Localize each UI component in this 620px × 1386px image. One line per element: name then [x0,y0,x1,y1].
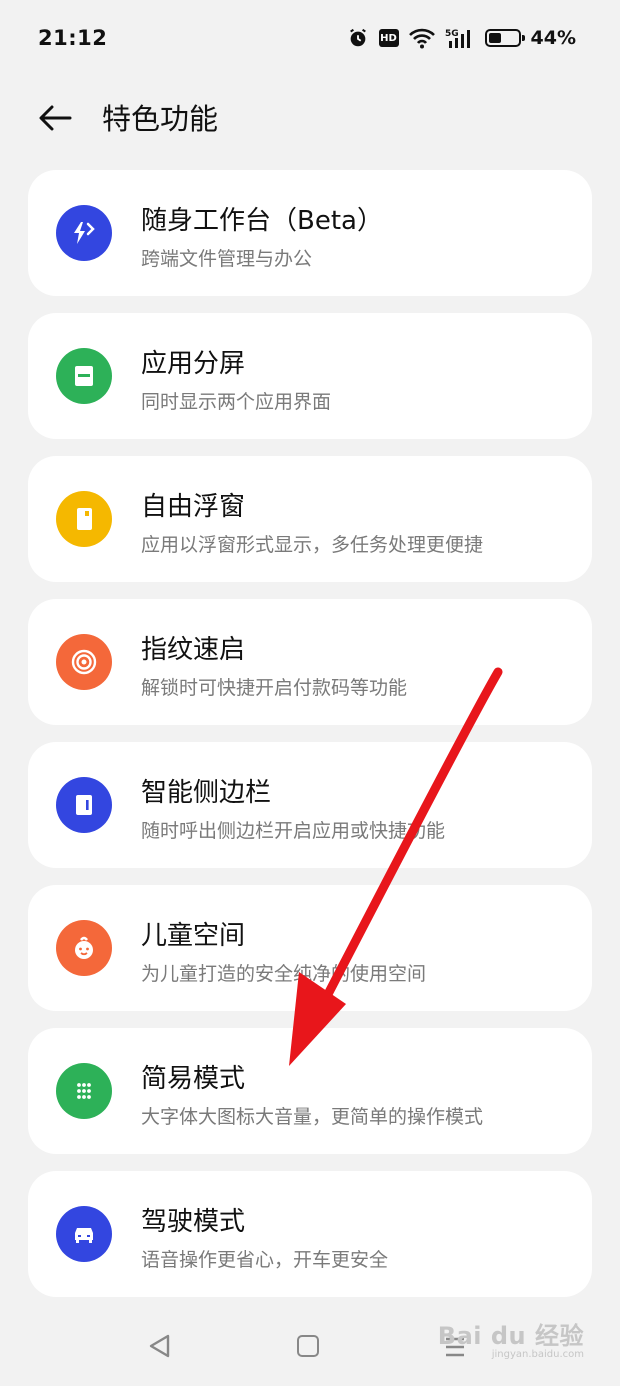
arrow-left-icon[interactable] [36,98,76,138]
page-header: 特色功能 [0,86,620,150]
battery-percent: 44% [530,27,576,49]
triangle-back-icon[interactable] [146,1332,174,1360]
feature-subtitle: 同时显示两个应用界面 [141,391,332,413]
feature-title: 智能侧边栏 [141,778,272,808]
cellular-signal-icon: 5G [445,29,470,48]
feature-title: 应用分屏 [141,349,246,379]
grid-dots-icon [56,1063,112,1119]
page-title: 特色功能 [102,102,219,136]
feature-subtitle: 跨端文件管理与办公 [141,248,313,270]
feature-subtitle: 解锁时可快捷开启付款码等功能 [141,677,408,699]
feature-subtitle: 大字体大图标大音量，更简单的操作模式 [141,1106,484,1128]
feature-subtitle: 应用以浮窗形式显示，多任务处理更便捷 [141,534,484,556]
watermark: Bai du 经验 jingyan.baidu.com [438,1316,584,1360]
feature-subtitle: 语音操作更省心，开车更安全 [141,1249,389,1271]
network-type-label: 5G [445,29,459,39]
watermark-logo: Bai du 经验 [437,1322,584,1350]
feature-item-workbench[interactable]: 随身工作台（Beta） 跨端文件管理与办公 [28,170,592,296]
split-screen-icon [56,348,112,404]
feature-title: 自由浮窗 [141,492,246,522]
feature-item-split-screen[interactable]: 应用分屏 同时显示两个应用界面 [28,313,592,439]
wifi-icon [408,28,435,49]
hd-icon: HD [378,29,399,47]
feature-item-floating-window[interactable]: 自由浮窗 应用以浮窗形式显示，多任务处理更便捷 [28,456,592,582]
floating-window-icon [56,491,112,547]
feature-title: 指纹速启 [141,635,246,665]
feature-title: 随身工作台（Beta） [141,206,383,236]
feature-title: 驾驶模式 [141,1207,246,1237]
status-time: 21:12 [38,26,108,50]
battery-fill [488,33,501,43]
square-home-icon[interactable] [297,1335,319,1357]
status-bar: 21:12 HD 5G 44% [0,0,620,76]
feature-list: 随身工作台（Beta） 跨端文件管理与办公 应用分屏 同时显示两个应用界面 自由… [28,170,592,1314]
sidebar-icon [56,777,112,833]
feature-item-fingerprint[interactable]: 指纹速启 解锁时可快捷开启付款码等功能 [28,599,592,725]
feature-title: 简易模式 [141,1064,246,1094]
feature-title: 儿童空间 [141,921,246,951]
battery-icon [484,29,525,47]
fingerprint-icon [56,634,112,690]
feature-subtitle: 为儿童打造的安全纯净的使用空间 [141,963,427,985]
alarm-icon [349,28,366,47]
status-icons: HD 5G 44% [347,24,576,52]
kid-face-icon [56,920,112,976]
car-icon [56,1206,112,1262]
feature-item-smart-sidebar[interactable]: 智能侧边栏 随时呼出侧边栏开启应用或快捷功能 [28,742,592,868]
feature-item-simple-mode[interactable]: 简易模式 大字体大图标大音量，更简单的操作模式 [28,1028,592,1154]
workbench-icon [56,205,112,261]
feature-item-kids-space[interactable]: 儿童空间 为儿童打造的安全纯净的使用空间 [28,885,592,1011]
feature-subtitle: 随时呼出侧边栏开启应用或快捷功能 [141,820,446,842]
feature-item-driving-mode[interactable]: 驾驶模式 语音操作更省心，开车更安全 [28,1171,592,1297]
